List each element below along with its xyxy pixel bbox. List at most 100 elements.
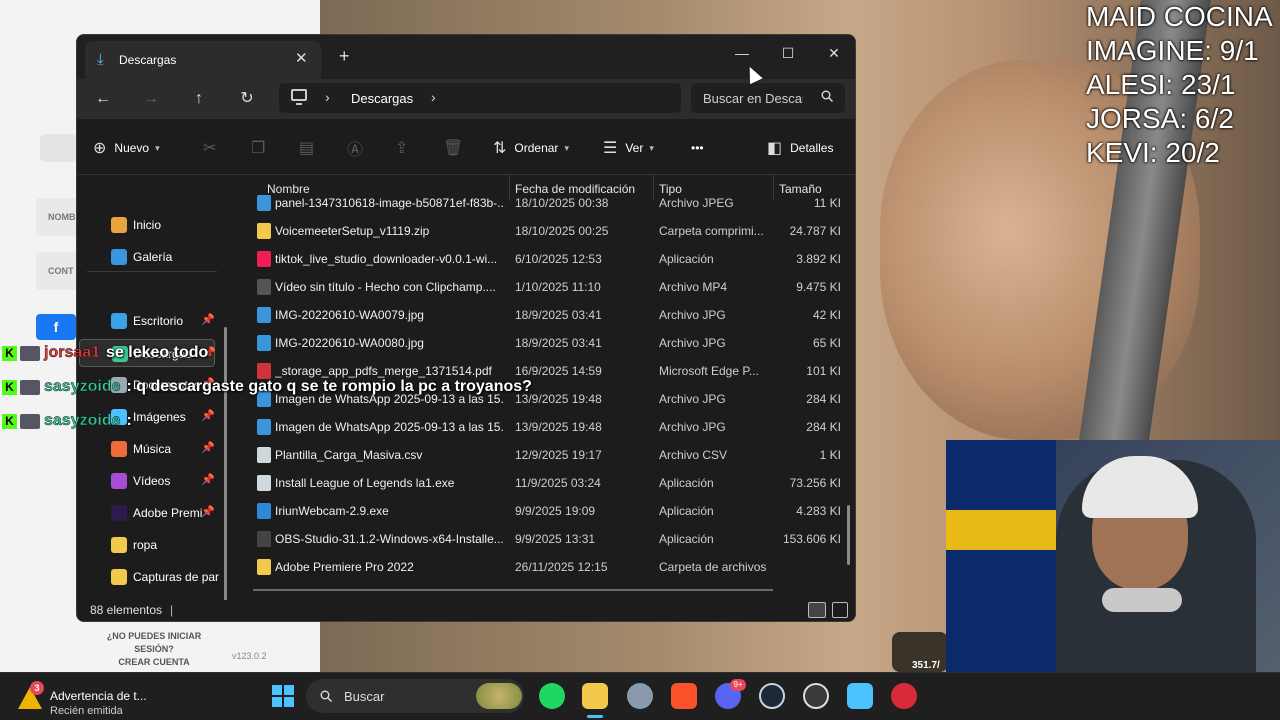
sidebar-item[interactable]: Inicio: [79, 211, 215, 239]
file-row[interactable]: Vídeo sin título - Hecho con Clipchamp..…: [253, 273, 843, 301]
file-row[interactable]: IMG-20220610-WA0080.jpg 18/9/2025 03:41 Ar…: [253, 329, 843, 357]
details-view-icon[interactable]: [808, 602, 826, 618]
scoreboard-line: IMAGINE: 9/1: [1086, 35, 1259, 66]
image-file-icon: [257, 335, 271, 351]
new-tab-button[interactable]: +: [339, 47, 350, 65]
file-row[interactable]: IriunWebcam-2.9.exe 9/9/2025 19:09 Aplicac…: [253, 497, 843, 525]
search-icon[interactable]: [821, 90, 833, 102]
share-icon: ⇪: [395, 140, 409, 157]
new-button[interactable]: ⊕ Nuevo ▾: [93, 137, 160, 159]
file-row[interactable]: panel-1347310618-image-b50871ef-f83b-...…: [253, 189, 843, 217]
obs-icon[interactable]: [803, 683, 829, 709]
app-icon[interactable]: [891, 683, 917, 709]
forward-button[interactable]: →: [139, 87, 163, 111]
brave-browser-icon[interactable]: [671, 683, 697, 709]
sidebar-divider: [87, 271, 217, 272]
sidebar-item[interactable]: Capturas de par: [79, 563, 219, 591]
file-row[interactable]: Adobe Premiere Pro 2022 26/11/2025 12:15 C…: [253, 553, 843, 581]
up-button[interactable]: ↑: [187, 87, 211, 111]
trash-icon: 🗑: [443, 140, 464, 157]
sidebar-item[interactable]: Vídeos 📌: [79, 467, 215, 495]
stream-scoreboard: MAID COCINA IMAGINE: 9/1 ALESI: 23/1 JOR…: [1086, 0, 1280, 170]
sidebar-item[interactable]: Galería: [79, 243, 215, 271]
close-window-button[interactable]: ✕: [811, 39, 855, 67]
sidebar-item[interactable]: Escritorio 📌: [79, 307, 215, 335]
chat-badge-icon: [20, 379, 40, 395]
more-icon: •••: [691, 141, 704, 155]
windows-start-icon[interactable]: [270, 683, 296, 709]
tiles-view-icon[interactable]: [832, 602, 848, 618]
minimize-button[interactable]: —: [719, 39, 765, 67]
file-row[interactable]: tiktok_live_studio_downloader-v0.0.1-wi.…: [253, 245, 843, 273]
sidebar-item[interactable]: ropa: [79, 531, 215, 559]
image-file-icon: [257, 195, 271, 211]
rename-button[interactable]: Ⓐ: [347, 137, 371, 159]
file-type: Archivo JPEG: [659, 196, 734, 210]
search-box[interactable]: Buscar en Descargas: [691, 83, 845, 113]
sidebar-item[interactable]: Adobe Premi 📌: [79, 499, 215, 527]
pin-icon[interactable]: 📌: [201, 441, 215, 454]
chat-message: Ksasyzoide:: [2, 412, 132, 430]
file-row[interactable]: Imagen de WhatsApp 2025-09-13 a las 15..…: [253, 413, 843, 441]
breadcrumb-descargas[interactable]: Descargas: [351, 91, 413, 106]
pin-icon[interactable]: 📌: [201, 473, 215, 486]
file-name: Imagen de WhatsApp 2025-09-13 a las 15..…: [275, 420, 505, 434]
delete-button[interactable]: 🗑: [443, 137, 471, 159]
title-bar[interactable]: ⤓ Descargas ✕ + — ☐ ✕: [77, 35, 855, 79]
file-name: VoicemeeterSetup_v1119.zip: [275, 224, 430, 238]
spotify-icon[interactable]: [539, 683, 565, 709]
file-type: Archivo JPG: [659, 308, 726, 322]
sort-button[interactable]: ⇅ Ordenar ▾: [493, 137, 569, 159]
sidebar-item-label: Capturas de par: [133, 570, 220, 584]
exe-file-icon: [257, 475, 271, 491]
tab-descargas[interactable]: ⤓ Descargas ✕: [85, 41, 321, 79]
pin-icon[interactable]: 📌: [201, 409, 215, 422]
sidebar-scrollbar[interactable]: [224, 327, 227, 600]
cut-button[interactable]: ✂: [203, 137, 224, 159]
share-button[interactable]: ⇪: [395, 137, 416, 159]
vertical-scrollbar[interactable]: [847, 505, 850, 565]
file-row[interactable]: IMG-20220610-WA0079.jpg 18/9/2025 03:41 Ar…: [253, 301, 843, 329]
sidebar-item[interactable]: Música 📌: [79, 435, 215, 463]
desktop-icon: [111, 313, 127, 329]
steam-icon[interactable]: [759, 683, 785, 709]
refresh-button[interactable]: ↻: [235, 87, 259, 111]
pin-icon[interactable]: 📌: [201, 313, 215, 326]
webcam-flag-stripe: [946, 510, 1056, 550]
scoreboard-line: ALESI: 23/1: [1086, 69, 1236, 100]
more-options-button[interactable]: •••: [691, 137, 704, 159]
maximize-button[interactable]: ☐: [765, 39, 811, 67]
copy-button[interactable]: ❐: [251, 137, 273, 159]
pin-icon[interactable]: 📌: [201, 505, 215, 518]
view-button[interactable]: ☰ Ver ▾: [603, 137, 654, 159]
zip-folder-icon: [257, 223, 271, 239]
details-label: Detalles: [790, 141, 834, 155]
file-row[interactable]: Plantilla_Carga_Masiva.csv 12/9/2025 19:1…: [253, 441, 843, 469]
back-button[interactable]: ←: [91, 87, 115, 111]
file-row[interactable]: Install League of Legends la1.exe 11/9/20…: [253, 469, 843, 497]
notification-widget[interactable]: 3 Advertencia de t... Recién emitida: [18, 681, 178, 717]
horizontal-scrollbar[interactable]: [253, 589, 773, 591]
this-pc-icon[interactable]: [291, 89, 307, 105]
file-size: 284 KI: [806, 420, 841, 434]
taskbar-search[interactable]: Buscar: [306, 679, 524, 713]
tiktok-app-icon: [257, 251, 271, 267]
file-explorer-icon[interactable]: [582, 683, 608, 709]
file-name: OBS-Studio-31.1.2-Windows-x64-Installe..…: [275, 532, 504, 546]
file-row[interactable]: VoicemeeterSetup_v1119.zip 18/10/2025 00:…: [253, 217, 843, 245]
file-row[interactable]: OBS-Studio-31.1.2-Windows-x64-Installe..…: [253, 525, 843, 553]
chat-badge-icon: [20, 413, 40, 429]
sidebar-item-label: Inicio: [133, 218, 162, 232]
iriun-app-icon: [257, 503, 271, 519]
paste-button[interactable]: ▤: [299, 137, 322, 159]
settings-icon[interactable]: [627, 683, 653, 709]
chevron-right-icon[interactable]: ›: [431, 89, 436, 105]
address-bar[interactable]: › Descargas ›: [279, 83, 681, 113]
search-placeholder[interactable]: Buscar en Descargas: [703, 91, 803, 106]
notepad-icon[interactable]: [847, 683, 873, 709]
file-name: Install League of Legends la1.exe: [275, 476, 455, 490]
chevron-right-icon[interactable]: ›: [325, 89, 330, 105]
details-button[interactable]: ◧ Detalles: [767, 137, 833, 159]
close-tab-icon[interactable]: ✕: [295, 49, 308, 67]
status-divider: |: [170, 603, 174, 617]
